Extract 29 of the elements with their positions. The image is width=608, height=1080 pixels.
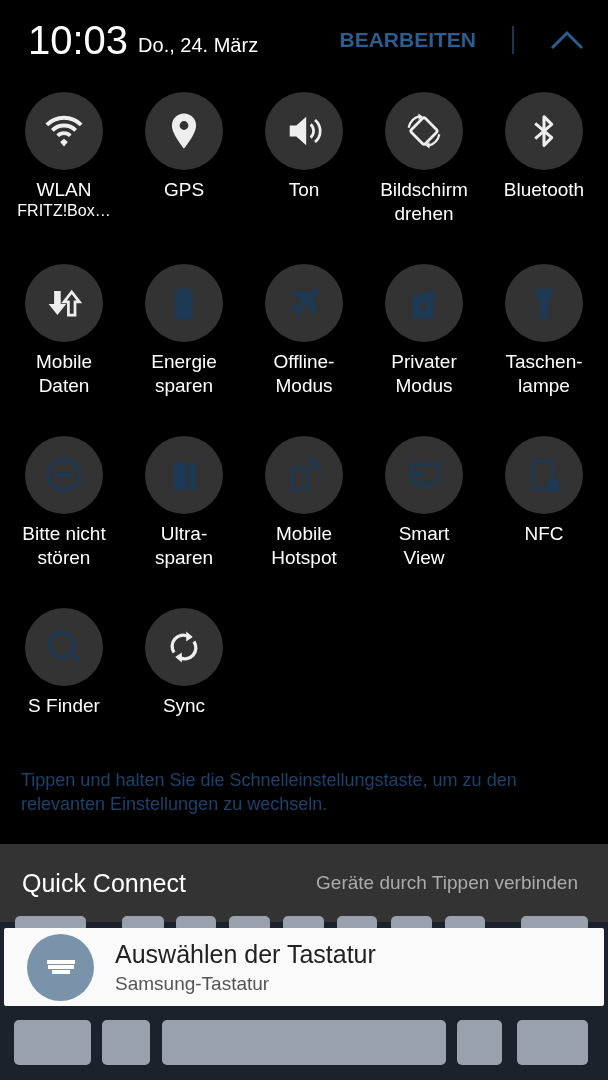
network-name: FRITZ!Box… (17, 202, 111, 220)
connect-hint[interactable]: Geräte durch Tippen verbinden (316, 872, 578, 894)
quick-connect-title: Quick Connect (22, 868, 186, 898)
keyboard-icon (46, 960, 75, 974)
tile-label: S Finder (28, 694, 100, 718)
notification-subtitle: Samsung-Tastatur (115, 972, 271, 995)
tile-label: WLAN (36, 178, 92, 202)
tile-label: Taschen- lampe (505, 350, 583, 398)
tile-label: Ultra- sparen (154, 522, 214, 570)
tile-label: Energie sparen (151, 350, 217, 398)
notification-title: Auswählen der Tastatur (115, 939, 376, 969)
tile-label: Mobile Hotspot (271, 522, 337, 570)
tile-label: Mobile Daten (36, 350, 92, 398)
tile-label: Bitte nicht stören (22, 522, 106, 570)
chevron-up-icon[interactable] (550, 30, 584, 50)
notification-card[interactable]: Auswählen der Tastatur Samsung-Tastatur (4, 928, 604, 1006)
edit-button[interactable]: BEARBEITEN (339, 28, 476, 52)
tile-label: NFC (524, 522, 564, 546)
date-text: Do., 24. März (138, 33, 259, 57)
tile-label: Offline- Modus (273, 350, 335, 398)
tile-label: Privater Modus (391, 350, 457, 398)
tile-label: Sync (162, 694, 206, 718)
tile-label: GPS (163, 178, 205, 202)
tile-label: Bluetooth (503, 178, 585, 202)
tile-label: Smart View (398, 522, 450, 570)
hint-text: Tippen und halten Sie die Schnelleinstellungstaste, um zu den relevanten Einstellungen zu wechseln. (21, 770, 517, 814)
tile-label: Ton (288, 178, 320, 202)
clock-time: 10:03 (28, 17, 129, 63)
tile-label: Bildschirm drehen (380, 178, 468, 226)
